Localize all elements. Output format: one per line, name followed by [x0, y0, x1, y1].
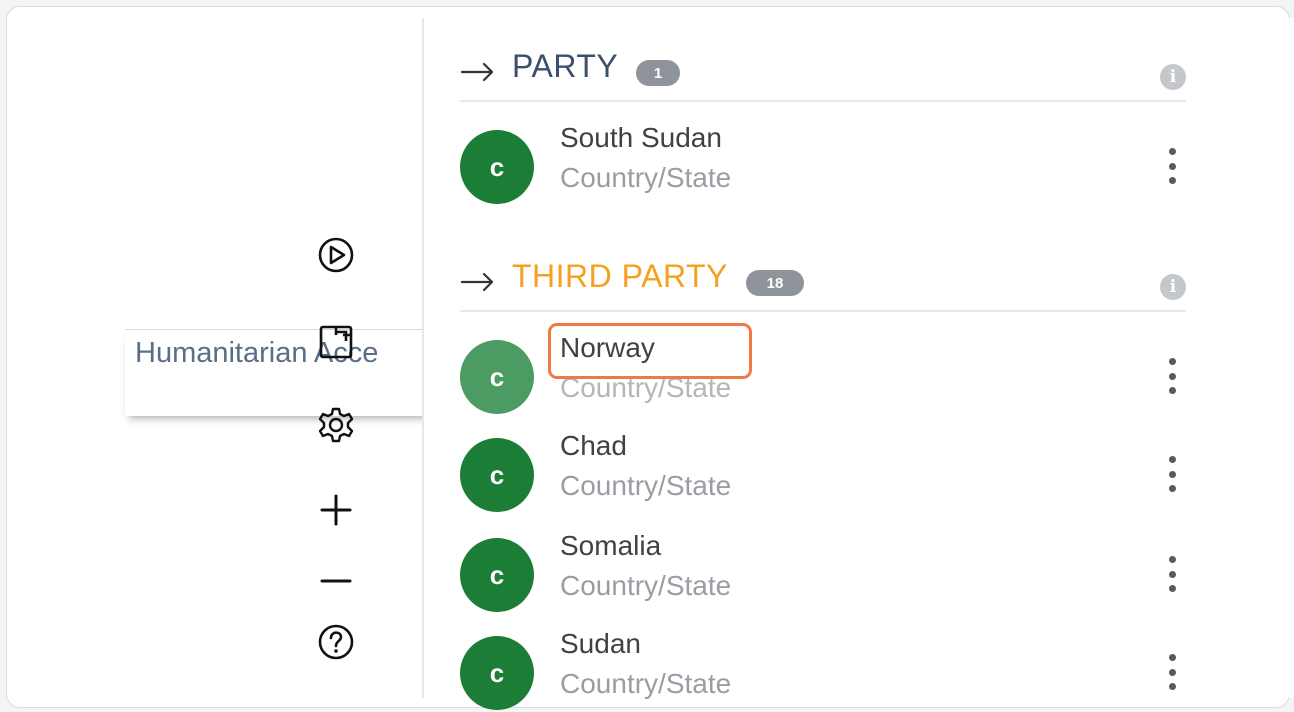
arrow-right-icon	[460, 62, 494, 82]
more-options-icon[interactable]	[1160, 552, 1184, 596]
entity-name: Chad	[560, 430, 627, 461]
list-item[interactable]: c Somalia Country/State	[460, 530, 1200, 614]
info-icon[interactable]: i	[1160, 274, 1186, 300]
party-divider	[460, 100, 1186, 102]
more-options-icon[interactable]	[1160, 354, 1184, 398]
entity-name: Somalia	[560, 530, 662, 561]
third-party-divider	[460, 310, 1186, 312]
avatar: c	[460, 438, 534, 512]
avatar: c	[460, 340, 534, 414]
zoom-in-icon	[320, 494, 352, 526]
entity-name: Sudan	[560, 628, 641, 659]
zoom-out-icon	[320, 579, 352, 583]
arrow-right-icon	[460, 272, 494, 292]
list-item[interactable]: c Sudan Country/State	[460, 628, 1200, 712]
entity-type: Country/State	[560, 668, 732, 699]
more-options-icon[interactable]	[1160, 452, 1184, 496]
third-party-count-badge: 18	[746, 270, 804, 296]
zoom-out-button[interactable]	[311, 556, 361, 606]
fit-screen-icon	[319, 325, 353, 359]
avatar: c	[460, 636, 534, 710]
zoom-in-button[interactable]	[311, 485, 361, 535]
settings-icon	[318, 407, 354, 443]
entity-type: Country/State	[560, 162, 732, 193]
play-button[interactable]	[311, 230, 361, 280]
entity-name: South Sudan	[560, 122, 722, 153]
settings-button[interactable]	[311, 400, 361, 450]
help-icon	[318, 624, 354, 660]
entity-type: Country/State	[560, 470, 732, 501]
third-party-section-header[interactable]: THIRD PARTY 18 i	[460, 254, 1186, 302]
third-party-title: THIRD PARTY	[512, 258, 728, 294]
list-item[interactable]: c Norway Country/State	[460, 332, 1200, 416]
party-title: PARTY	[512, 48, 619, 84]
party-section-header[interactable]: PARTY 1 i	[460, 44, 1186, 92]
more-options-icon[interactable]	[1160, 144, 1184, 188]
avatar: c	[460, 538, 534, 612]
more-options-icon[interactable]	[1160, 650, 1184, 694]
fit-screen-button[interactable]	[311, 317, 361, 367]
party-count-badge: 1	[636, 60, 680, 86]
details-panel: PARTY 1 i c South Sudan Country/State TH…	[422, 18, 1294, 710]
help-button[interactable]	[311, 617, 361, 667]
avatar: c	[460, 130, 534, 204]
entity-name: Norway	[560, 332, 655, 363]
list-item[interactable]: c Chad Country/State	[460, 430, 1200, 514]
graph-node-label: Humanitarian Acce	[135, 337, 379, 369]
info-icon[interactable]: i	[1160, 64, 1186, 90]
play-circle-icon	[318, 237, 354, 273]
list-item[interactable]: c South Sudan Country/State	[460, 122, 1200, 206]
entity-type: Country/State	[560, 570, 732, 601]
entity-type: Country/State	[560, 372, 732, 403]
